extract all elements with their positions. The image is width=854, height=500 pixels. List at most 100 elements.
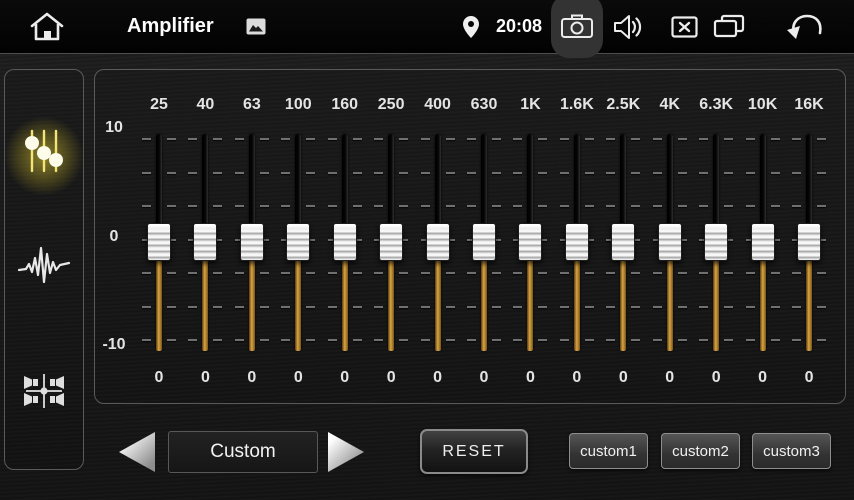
recent-apps-icon bbox=[712, 14, 746, 39]
custom1-button[interactable]: custom1 bbox=[569, 433, 648, 469]
tick-mark bbox=[260, 205, 269, 207]
volume-button[interactable] bbox=[613, 13, 645, 41]
tick-mark bbox=[699, 306, 708, 308]
custom2-button[interactable]: custom2 bbox=[661, 433, 740, 469]
home-button[interactable] bbox=[28, 11, 66, 43]
clock[interactable]: 20:08 bbox=[496, 0, 542, 53]
band-slider-thumb[interactable] bbox=[658, 223, 682, 261]
tick-mark bbox=[213, 138, 222, 140]
reset-button[interactable]: RESET bbox=[420, 429, 528, 474]
back-button[interactable] bbox=[786, 13, 826, 40]
tick-mark bbox=[235, 138, 244, 140]
tick-mark bbox=[538, 205, 547, 207]
tick-mark bbox=[606, 339, 615, 341]
band-slider-thumb[interactable] bbox=[426, 223, 450, 261]
tick-mark bbox=[631, 272, 640, 274]
eq-band-25: 250 bbox=[136, 70, 182, 403]
sidebar-item-balance-fader[interactable] bbox=[5, 368, 83, 414]
reset-label: RESET bbox=[442, 443, 505, 461]
band-slider-thumb[interactable] bbox=[751, 223, 775, 261]
tick-mark bbox=[724, 339, 733, 341]
band-slider-thumb[interactable] bbox=[147, 223, 171, 261]
tick-mark bbox=[374, 205, 383, 207]
status-bar: Amplifier 20:08 bbox=[0, 0, 854, 54]
tick-mark bbox=[167, 306, 176, 308]
eq-band-160: 1600 bbox=[322, 70, 368, 403]
tick-mark bbox=[585, 306, 594, 308]
eq-band-10K: 10K0 bbox=[740, 70, 786, 403]
tick-mark bbox=[492, 172, 501, 174]
tick-mark bbox=[213, 339, 222, 341]
band-slider-thumb[interactable] bbox=[379, 223, 403, 261]
custom2-label: custom2 bbox=[672, 443, 729, 460]
band-slider-thumb[interactable] bbox=[518, 223, 542, 261]
tick-mark bbox=[724, 172, 733, 174]
tick-mark bbox=[678, 138, 687, 140]
tick-mark bbox=[792, 272, 801, 274]
band-value-label: 0 bbox=[182, 369, 228, 387]
band-slider-thumb[interactable] bbox=[286, 223, 310, 261]
tick-mark bbox=[213, 205, 222, 207]
tick-mark bbox=[260, 339, 269, 341]
band-slider-thumb[interactable] bbox=[797, 223, 821, 261]
tick-mark bbox=[306, 205, 315, 207]
sidebar-item-sound-effect[interactable] bbox=[5, 242, 83, 288]
tick-mark bbox=[538, 339, 547, 341]
band-slider-thumb[interactable] bbox=[240, 223, 264, 261]
tick-mark bbox=[492, 205, 501, 207]
tick-mark bbox=[421, 306, 430, 308]
speaker-balance-icon bbox=[21, 368, 67, 414]
tick-mark bbox=[678, 205, 687, 207]
tick-mark bbox=[142, 272, 151, 274]
tick-mark bbox=[560, 306, 569, 308]
wallpaper-button[interactable] bbox=[246, 18, 266, 35]
tick-mark bbox=[467, 306, 476, 308]
band-value-label: 0 bbox=[693, 369, 739, 387]
tick-mark bbox=[328, 205, 337, 207]
location-icon bbox=[462, 15, 480, 39]
preset-prev-button[interactable] bbox=[119, 432, 155, 472]
band-value-label: 0 bbox=[507, 369, 553, 387]
tick-mark bbox=[653, 172, 662, 174]
sidebar-item-equalizer[interactable] bbox=[5, 126, 83, 176]
tick-mark bbox=[513, 306, 522, 308]
tick-mark bbox=[746, 138, 755, 140]
recent-apps-button[interactable] bbox=[712, 14, 746, 39]
band-value-label: 0 bbox=[740, 369, 786, 387]
band-slider-thumb[interactable] bbox=[611, 223, 635, 261]
preset-display[interactable]: Custom bbox=[168, 431, 318, 473]
camera-button[interactable] bbox=[551, 0, 603, 58]
tick-mark bbox=[235, 272, 244, 274]
tick-mark bbox=[446, 138, 455, 140]
page-title: Amplifier bbox=[127, 0, 214, 53]
band-slider-thumb[interactable] bbox=[193, 223, 217, 261]
tick-mark bbox=[492, 339, 501, 341]
band-slider-thumb[interactable] bbox=[565, 223, 589, 261]
tick-mark bbox=[560, 138, 569, 140]
home-icon bbox=[28, 11, 66, 43]
equalizer-sliders-icon bbox=[20, 126, 68, 176]
tick-mark bbox=[560, 272, 569, 274]
close-app-button[interactable] bbox=[671, 16, 698, 38]
tick-mark bbox=[306, 138, 315, 140]
tick-mark bbox=[188, 306, 197, 308]
tick-mark bbox=[817, 339, 826, 341]
band-slider-thumb[interactable] bbox=[333, 223, 357, 261]
tick-mark bbox=[213, 306, 222, 308]
tick-mark bbox=[467, 205, 476, 207]
tick-mark bbox=[353, 272, 362, 274]
tick-mark bbox=[492, 306, 501, 308]
tick-mark bbox=[724, 272, 733, 274]
custom3-button[interactable]: custom3 bbox=[752, 433, 831, 469]
tick-mark bbox=[585, 205, 594, 207]
band-slider-thumb[interactable] bbox=[472, 223, 496, 261]
tick-mark bbox=[328, 306, 337, 308]
tick-mark bbox=[260, 172, 269, 174]
preset-next-button[interactable] bbox=[328, 432, 364, 472]
tick-mark bbox=[771, 172, 780, 174]
eq-band-63: 630 bbox=[229, 70, 275, 403]
tick-mark bbox=[724, 205, 733, 207]
tick-mark bbox=[421, 272, 430, 274]
tick-mark bbox=[328, 272, 337, 274]
band-slider-thumb[interactable] bbox=[704, 223, 728, 261]
